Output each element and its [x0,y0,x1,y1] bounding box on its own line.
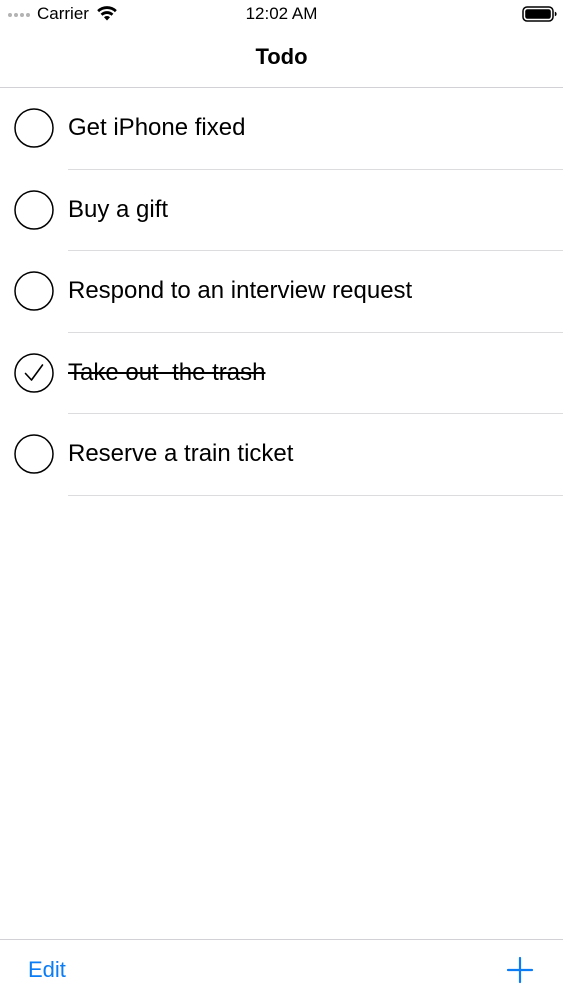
navigation-bar: Todo [0,30,563,88]
unchecked-circle-icon[interactable] [14,271,54,311]
todo-label: Buy a gift [68,195,169,223]
todo-label: Respond to an interview request [68,277,413,304]
todo-row[interactable]: Buy a gift [0,170,563,251]
checkmark-circle-icon[interactable] [14,352,54,393]
bottom-toolbar: Edit [0,939,563,1000]
page-title: Todo [255,44,308,69]
todo-label: Get iPhone fixed [68,114,246,141]
todo-label: Take out the trash [68,358,266,386]
unchecked-circle-icon[interactable] [14,434,54,474]
status-bar: Carrier 12:02 AM [0,0,563,30]
todo-screen: Carrier 12:02 AM Todo Get iPhone fixed B… [0,0,563,1000]
clock-label: 12:02 AM [245,4,318,23]
unchecked-circle-icon[interactable] [14,189,54,230]
row-separator [68,494,563,496]
todo-row[interactable]: Reserve a train ticket [0,414,563,496]
todo-row[interactable]: Respond to an interview request [0,251,563,333]
unchecked-circle-icon[interactable] [14,108,54,148]
todo-list: Get iPhone fixed Buy a gift Respond to a… [0,88,563,496]
todo-label: Reserve a train ticket [68,440,294,467]
todo-row-completed[interactable]: Take out the trash [0,333,563,414]
todo-row[interactable]: Get iPhone fixed [0,88,563,170]
plus-icon[interactable] [506,956,534,984]
edit-button[interactable]: Edit [28,956,66,984]
battery-icon [522,6,557,22]
